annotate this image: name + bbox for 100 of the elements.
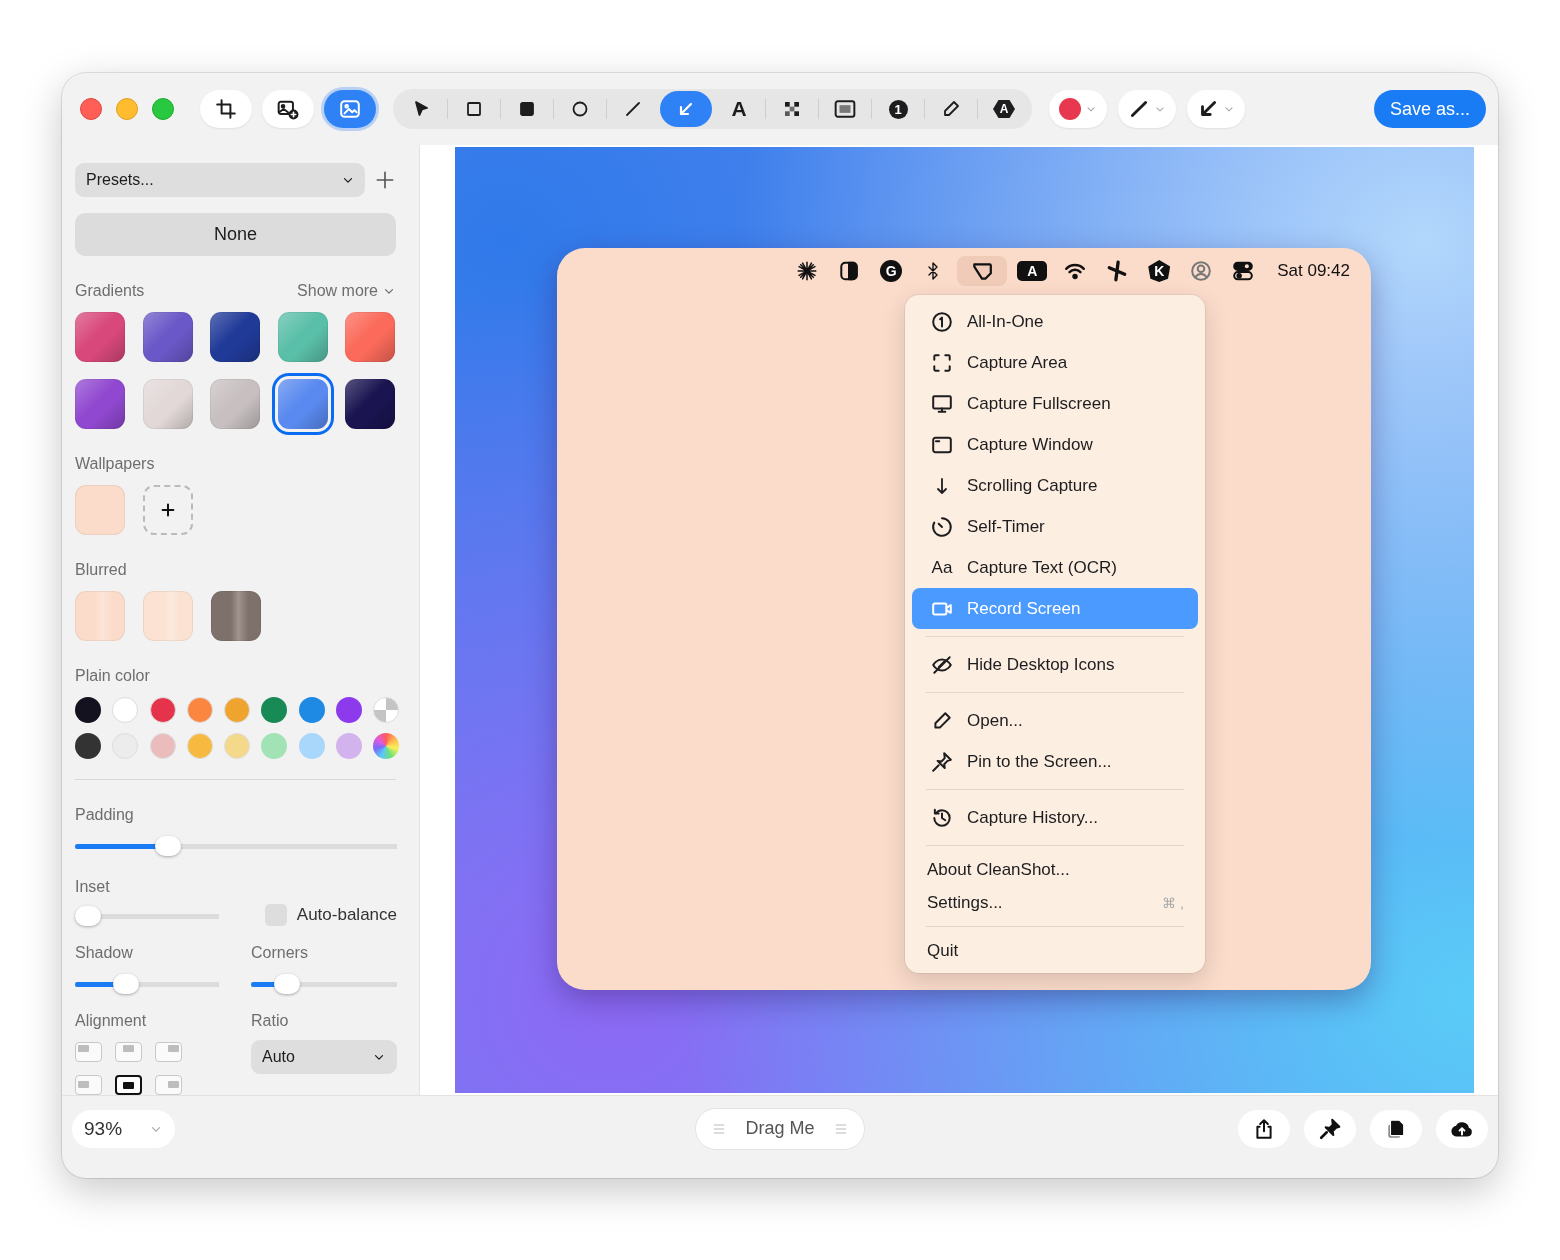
gradient-swatch[interactable] — [345, 379, 395, 429]
frame-icon — [833, 98, 857, 120]
slider-thumb[interactable] — [112, 974, 139, 994]
capture-menubar-item[interactable] — [957, 256, 1008, 286]
menu-item[interactable]: Scrolling Capture — [912, 465, 1198, 506]
background-button[interactable] — [324, 90, 376, 128]
arrow-tool-button[interactable] — [660, 91, 712, 127]
selection-icon — [931, 351, 953, 374]
line-icon — [623, 99, 643, 119]
color-dot[interactable] — [336, 733, 363, 759]
color-dot[interactable] — [261, 697, 288, 723]
zoom-dropdown[interactable]: 93% — [72, 1109, 175, 1148]
history-icon — [931, 806, 953, 829]
none-button[interactable]: None — [75, 213, 396, 256]
add-image-button[interactable] — [262, 90, 314, 128]
color-dot[interactable] — [112, 697, 139, 723]
k-badge-menubar-item[interactable]: K — [1141, 256, 1178, 286]
slider-thumb[interactable] — [154, 836, 181, 856]
color-dot[interactable] — [224, 733, 251, 759]
pencil-icon — [931, 709, 953, 732]
cross-icon — [1106, 260, 1129, 282]
g-badge-menubar-item[interactable]: G — [873, 256, 910, 286]
color-dot[interactable] — [298, 697, 325, 723]
blurred-swatch[interactable] — [211, 591, 261, 641]
color-picker-dot[interactable] — [373, 733, 400, 759]
menu-item[interactable]: Settings... ⌘ , — [912, 886, 1198, 919]
color-dot[interactable] — [298, 733, 325, 759]
timer-icon — [931, 515, 953, 538]
blurred-swatch[interactable] — [143, 591, 193, 641]
menu-item[interactable]: Capture Area — [912, 342, 1198, 383]
upload-button[interactable] — [1436, 1109, 1488, 1148]
stroke-dropdown[interactable] — [1118, 90, 1176, 128]
add-icon — [159, 501, 177, 519]
section-title: Shadow — [75, 944, 134, 962]
color-dot[interactable] — [224, 697, 251, 723]
menu-item[interactable]: Aa Capture Text (OCR) — [912, 547, 1198, 588]
menu-item[interactable]: Capture History... — [912, 797, 1198, 838]
gradient-swatch[interactable] — [210, 312, 260, 362]
gradient-swatch[interactable] — [277, 312, 328, 362]
smart-erase-tool-button[interactable]: A — [978, 91, 1030, 127]
gradient-swatch[interactable] — [142, 379, 193, 429]
drag-handle[interactable]: Drag Me — [695, 1107, 865, 1150]
copy-icon — [1385, 1117, 1407, 1140]
section-title: Wallpapers — [75, 455, 155, 473]
square-icon — [464, 99, 484, 119]
transparent-dot[interactable] — [373, 697, 400, 723]
eye-slash-icon — [931, 653, 953, 676]
toggles-icon — [1232, 260, 1255, 282]
section-title: Plain color — [75, 667, 150, 685]
gradient-swatch[interactable] — [75, 312, 125, 362]
section-title: Ratio — [251, 1012, 290, 1030]
color-dot[interactable] — [186, 733, 213, 759]
crop-button[interactable] — [200, 90, 252, 128]
save-as-button[interactable]: Save as... — [1373, 90, 1486, 128]
slider-thumb[interactable] — [273, 974, 300, 994]
color-dropdown[interactable] — [1049, 90, 1107, 128]
number-one-icon — [931, 310, 953, 333]
arrow-style-dropdown[interactable] — [1187, 90, 1245, 128]
color-dot[interactable] — [75, 697, 101, 723]
image-plus-icon — [277, 98, 299, 120]
color-dot[interactable] — [149, 697, 176, 723]
close-button[interactable] — [80, 98, 102, 120]
alignment-button[interactable] — [115, 1075, 142, 1095]
menu-item[interactable]: Capture Fullscreen — [912, 383, 1198, 424]
color-dot[interactable] — [149, 733, 176, 759]
gradient-swatch[interactable] — [210, 379, 260, 429]
menu-item[interactable]: Self-Timer — [912, 506, 1198, 547]
pencil-icon — [941, 99, 961, 119]
presets-dropdown[interactable]: Presets... — [75, 163, 365, 197]
add-icon — [374, 169, 396, 191]
text-tool-button[interactable]: A — [713, 91, 765, 127]
color-dot[interactable] — [186, 697, 213, 723]
pin-button[interactable] — [1304, 1109, 1356, 1148]
menu-item[interactable]: Open... — [912, 700, 1198, 741]
ratio-dropdown[interactable]: Auto — [251, 1040, 397, 1074]
menu-item[interactable]: About CleanShot... — [912, 853, 1198, 886]
menu-item[interactable]: Quit — [912, 934, 1198, 967]
counter-tool-button[interactable]: 1 — [872, 91, 924, 127]
zoom-button[interactable] — [152, 98, 174, 120]
menu-item[interactable]: All-In-One — [912, 301, 1198, 342]
section-title: Alignment — [75, 1012, 148, 1030]
gradient-swatch[interactable] — [75, 379, 125, 429]
line-icon — [1128, 98, 1150, 120]
color-dot[interactable] — [336, 697, 363, 723]
color-dot[interactable] — [261, 733, 288, 759]
copy-button[interactable] — [1370, 1109, 1422, 1148]
menu-item[interactable]: Hide Desktop Icons — [912, 644, 1198, 685]
gradient-swatch[interactable] — [142, 312, 193, 362]
gradient-swatch[interactable] — [345, 312, 395, 362]
color-dot[interactable] — [75, 733, 101, 759]
menu-item[interactable]: Pin to the Screen... — [912, 741, 1198, 782]
share-button[interactable] — [1238, 1109, 1290, 1148]
menu-item[interactable]: Capture Window — [912, 424, 1198, 465]
slider-thumb[interactable] — [75, 906, 101, 926]
image-icon — [339, 98, 361, 120]
auto-balance-checkbox[interactable]: Auto-balance — [264, 904, 397, 926]
show-more-link[interactable]: Show more — [297, 282, 396, 300]
wallpaper-swatch[interactable] — [75, 485, 125, 535]
pin-icon — [1319, 1117, 1341, 1140]
blurred-swatch[interactable] — [75, 591, 125, 641]
